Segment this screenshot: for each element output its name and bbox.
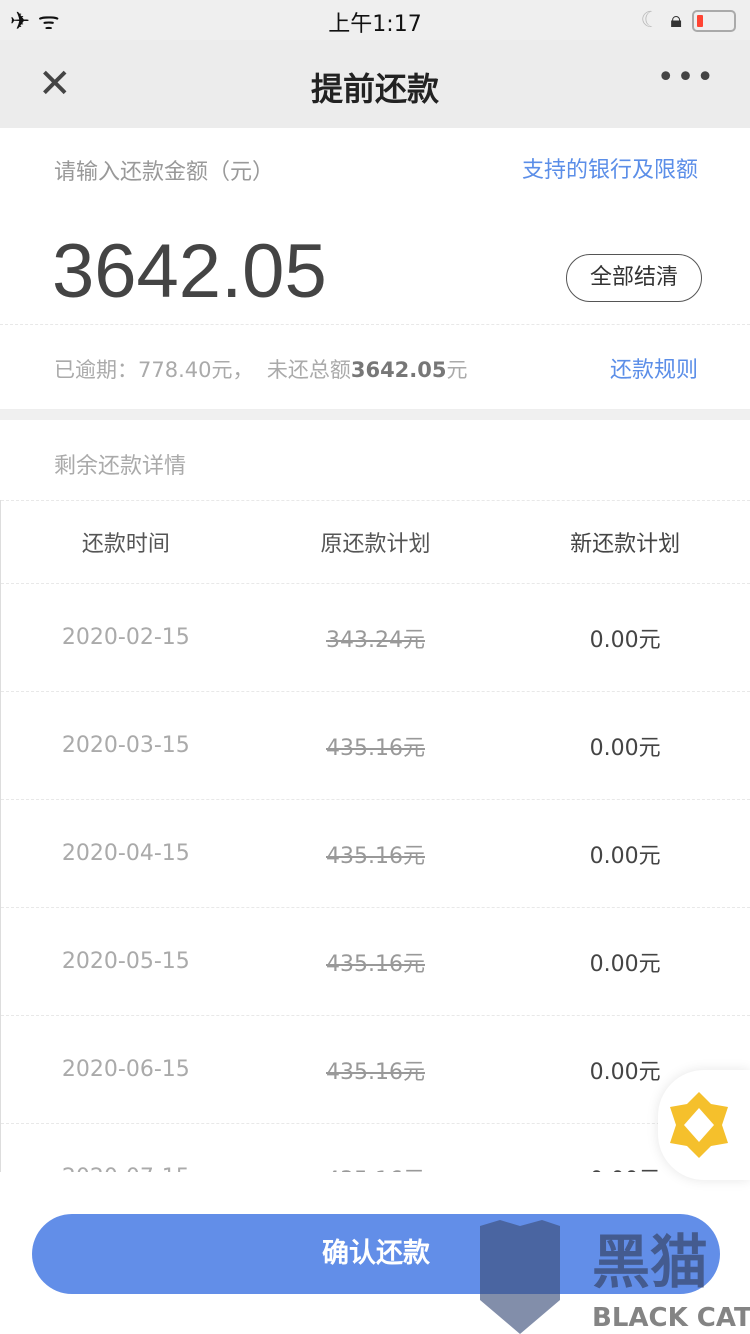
watermark-sub: BLACK CAT — [592, 1303, 750, 1333]
row-date: 2020-03-15 — [61, 733, 190, 758]
header-date: 还款时间 — [81, 532, 170, 557]
moon-icon: ☾ — [640, 8, 661, 33]
status-time: 上午1:17 — [328, 12, 422, 37]
floating-assistant-button[interactable] — [658, 1070, 750, 1180]
amount-input[interactable]: 3642.05 — [52, 228, 327, 315]
total-value: 3642.05 — [350, 358, 447, 382]
row-new: 0.00元 — [589, 951, 661, 977]
original-amount: 435.16元 — [326, 843, 425, 869]
battery-icon — [692, 9, 736, 32]
original-amount: 435.16元 — [326, 1059, 425, 1085]
total-label: 未还总额 — [266, 358, 351, 382]
amount-card: 请输入还款金额（元） 支持的银行及限额 3642.05 全部结清 已逾期：778… — [0, 128, 750, 410]
table-row: 2020-03-15 435.16元 0.00元 — [1, 691, 750, 799]
row-original: 435.16元 — [251, 1054, 501, 1086]
original-amount: 343.24元 — [326, 627, 425, 653]
row-new: 0.00元 — [589, 627, 661, 653]
bank-limits-link[interactable]: 支持的银行及限额 — [522, 152, 698, 184]
row-new: 0.00元 — [589, 843, 661, 869]
table-header: 还款时间 原还款计划 新还款计划 — [1, 500, 750, 583]
table-row: 2020-02-15 343.24元 0.00元 — [1, 583, 750, 691]
row-date: 2020-02-15 — [61, 625, 190, 650]
table-row: 2020-07-15435.16元0.00元 — [1, 1123, 750, 1172]
row-original: 435.16元 — [251, 946, 501, 978]
original-amount: 435.16元 — [326, 735, 425, 761]
settle-all-button[interactable]: 全部结清 — [566, 254, 702, 302]
rotation-lock-icon: 🔒︎ — [670, 8, 682, 33]
section-title: 剩余还款详情 — [54, 454, 187, 479]
section-gap — [0, 410, 750, 420]
row-date: 2020-07-15 — [1, 1165, 251, 1172]
row-original: 435.16元 — [251, 838, 501, 870]
header-original: 原还款计划 — [320, 532, 431, 557]
overdue-info: 已逾期：778.40元， 未还总额3642.05元 — [54, 354, 468, 384]
row-new: 0.00元 — [589, 735, 661, 761]
header-new: 新还款计划 — [570, 532, 681, 557]
nav-bar: ✕ 提前还款 ••• — [0, 40, 750, 128]
total-unit: 元 — [446, 358, 468, 382]
original-amount: 435.16元 — [326, 951, 425, 977]
amount-hint: 请输入还款金额（元） — [54, 160, 275, 185]
divider — [0, 324, 750, 325]
row-date: 2020-06-15 — [61, 1057, 190, 1082]
table-row: 2020-06-15 435.16元 0.00元 — [1, 1015, 750, 1123]
row-date: 2020-05-15 — [61, 949, 190, 974]
overdue-text: 已逾期：778.40元， — [54, 358, 254, 382]
black-cat-watermark: 黑猫 BLACK CAT — [480, 1220, 750, 1334]
schedule-table: 还款时间 原还款计划 新还款计划 2020-02-15 343.24元 0.00元 2… — [0, 500, 750, 1172]
table-row: 2020-04-15 435.16元 0.00元 — [1, 799, 750, 907]
row-original: 435.16元 — [251, 730, 501, 762]
row-original: 435.16元 — [251, 1162, 501, 1173]
more-icon[interactable]: ••• — [657, 60, 716, 95]
table-row: 2020-05-15 435.16元 0.00元 — [1, 907, 750, 1015]
row-original: 343.24元 — [251, 622, 501, 654]
row-date: 2020-04-15 — [61, 841, 190, 866]
page-title: 提前还款 — [310, 70, 439, 108]
watermark-text: 黑猫 — [592, 1228, 708, 1296]
original-amount: 435.16元 — [326, 1168, 425, 1173]
star-logo-icon — [670, 1092, 728, 1158]
status-bar: ✈ ︎ᯤ 上午1:17 ☾ 🔒︎ — [0, 0, 750, 40]
repayment-rules-link[interactable]: 还款规则 — [610, 352, 698, 384]
